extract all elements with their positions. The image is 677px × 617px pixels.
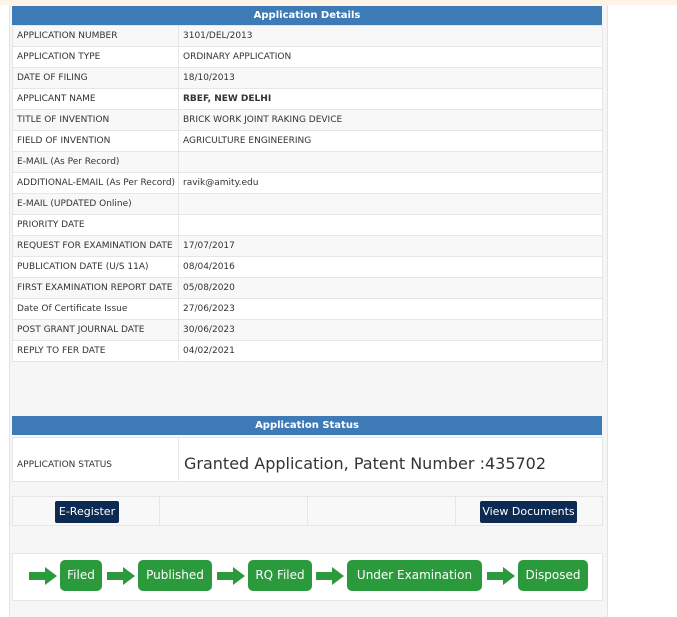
row-value: 04/02/2021 [178,340,603,362]
application-status-row: APPLICATION STATUS Granted Application, … [12,437,603,482]
row-value: 18/10/2013 [178,67,603,89]
table-row: APPLICATION TYPE ORDINARY APPLICATION [12,46,603,68]
status-value: Granted Application, Patent Number :4357… [184,454,547,473]
row-value: RBEF, NEW DELHI [178,88,603,110]
stage-rq-filed: RQ Filed [248,560,312,591]
row-value: 05/08/2020 [178,277,603,299]
table-row: PUBLICATION DATE (U/S 11A) 08/04/2016 [12,256,603,278]
row-label: APPLICATION NUMBER [12,25,179,47]
row-label: DATE OF FILING [12,67,179,89]
row-value [178,214,603,236]
cell-divider [307,497,308,525]
stage-published: Published [138,560,212,591]
arrow-right-icon [316,567,344,585]
row-label: REQUEST FOR EXAMINATION DATE [12,235,179,257]
row-label: APPLICATION TYPE [12,46,179,68]
application-details-table: APPLICATION NUMBER 3101/DEL/2013 APPLICAT… [12,25,603,362]
cell-divider [159,497,160,525]
table-row: APPLICATION NUMBER 3101/DEL/2013 [12,25,603,47]
row-label: TITLE OF INVENTION [12,109,179,131]
arrow-right-icon [487,567,515,585]
stage-disposed: Disposed [518,560,588,591]
table-row: FIRST EXAMINATION REPORT DATE 05/08/2020 [12,277,603,299]
row-label: Date Of Certificate Issue [12,298,179,320]
table-row: APPLICANT NAME RBEF, NEW DELHI [12,88,603,110]
view-documents-button[interactable]: View Documents [480,501,577,523]
arrow-right-icon [29,567,57,585]
row-value: 3101/DEL/2013 [178,25,603,47]
row-label: PUBLICATION DATE (U/S 11A) [12,256,179,278]
cell-divider [455,497,456,525]
row-label: POST GRANT JOURNAL DATE [12,319,179,341]
row-label: FIRST EXAMINATION REPORT DATE [12,277,179,299]
row-value: BRICK WORK JOINT RAKING DEVICE [178,109,603,131]
row-value: ravik@amity.edu [178,172,603,194]
table-row: E-MAIL (UPDATED Online) [12,193,603,215]
table-row: PRIORITY DATE [12,214,603,236]
row-label: APPLICANT NAME [12,88,179,110]
row-label: FIELD OF INVENTION [12,130,179,152]
arrow-right-icon [107,567,135,585]
table-row: DATE OF FILING 18/10/2013 [12,67,603,89]
status-flow: Filed Published RQ Filed Under Examinati… [12,553,603,601]
e-register-button[interactable]: E-Register [55,501,119,523]
row-value: ORDINARY APPLICATION [178,46,603,68]
stage-filed: Filed [60,560,102,591]
table-row: FIELD OF INVENTION AGRICULTURE ENGINEERIN… [12,130,603,152]
application-status-heading: Application Status [12,416,602,435]
table-row: POST GRANT JOURNAL DATE 30/06/2023 [12,319,603,341]
row-label: E-MAIL (UPDATED Online) [12,193,179,215]
row-value: AGRICULTURE ENGINEERING [178,130,603,152]
row-value [178,193,603,215]
row-label: ADDITIONAL-EMAIL (As Per Record) [12,172,179,194]
arrow-right-icon [217,567,245,585]
status-label: APPLICATION STATUS [13,438,179,481]
row-value: 27/06/2023 [178,298,603,320]
table-row: REPLY TO FER DATE 04/02/2021 [12,340,603,362]
row-value: 08/04/2016 [178,256,603,278]
actions-row: E-Register View Documents [12,496,603,526]
row-value [178,151,603,173]
row-label: REPLY TO FER DATE [12,340,179,362]
row-value: 17/07/2017 [178,235,603,257]
stage-under-examination: Under Examination [347,560,482,591]
table-row: ADDITIONAL-EMAIL (As Per Record) ravik@am… [12,172,603,194]
table-row: REQUEST FOR EXAMINATION DATE 17/07/2017 [12,235,603,257]
row-value: 30/06/2023 [178,319,603,341]
table-row: E-MAIL (As Per Record) [12,151,603,173]
table-row: Date Of Certificate Issue 27/06/2023 [12,298,603,320]
table-row: TITLE OF INVENTION BRICK WORK JOINT RAKIN… [12,109,603,131]
row-label: PRIORITY DATE [12,214,179,236]
application-details-heading: Application Details [12,6,602,25]
row-label: E-MAIL (As Per Record) [12,151,179,173]
